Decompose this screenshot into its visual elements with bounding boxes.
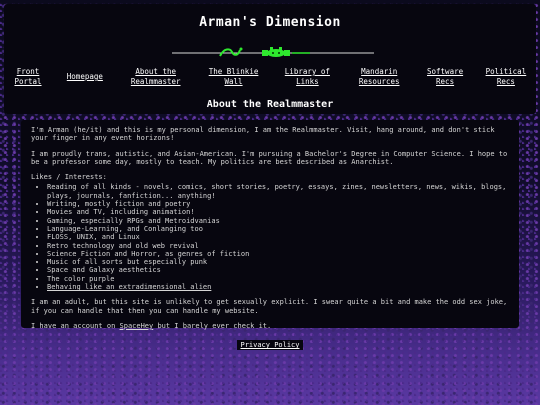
site-header: Arman's Dimension Front Portal Homepage … bbox=[4, 4, 536, 114]
nav-link-about[interactable]: About the Realmmaster bbox=[124, 67, 188, 87]
likes-list: Reading of all kinds - novels, comics, s… bbox=[31, 183, 509, 291]
spacehey-paragraph: I have an account on SpaceHey but I bare… bbox=[31, 322, 509, 330]
likes-heading: Likes / Interests: bbox=[31, 173, 107, 182]
spacehey-suffix: but I barely ever check it. bbox=[153, 321, 272, 330]
nav-link-homepage[interactable]: Homepage bbox=[61, 72, 109, 82]
nav-link-software-recs[interactable]: Software Recs bbox=[423, 67, 467, 87]
list-item: The color purple bbox=[47, 275, 509, 283]
list-item: Language-Learning, and Conlanging too bbox=[47, 225, 509, 233]
adult-note-paragraph: I am an adult, but this site is unlikely… bbox=[31, 298, 508, 315]
list-item: Gaming, especially RPGs and Metroidvania… bbox=[47, 217, 509, 225]
bio-paragraph: I am proudly trans, autistic, and Asian-… bbox=[31, 149, 508, 166]
spacehey-prefix: I have an account on bbox=[31, 321, 120, 330]
list-item: Music of all sorts but especially punk bbox=[47, 258, 509, 266]
main-navigation: Front Portal Homepage About the Realmmas… bbox=[10, 67, 530, 87]
nav-link-mandarin-resources[interactable]: Mandarin Resources bbox=[350, 67, 408, 87]
list-item: Science Fiction and Horror, as genres of… bbox=[47, 250, 509, 258]
page-title: About the Realmmaster bbox=[206, 99, 334, 110]
nav-link-library-of-links[interactable]: Library of Links bbox=[279, 67, 335, 87]
spacehey-link[interactable]: SpaceHey bbox=[120, 322, 154, 330]
nav-link-front-portal[interactable]: Front Portal bbox=[10, 67, 46, 87]
about-content-panel: I'm Arman (he/it) and this is my persona… bbox=[21, 120, 519, 330]
list-item: FLOSS, UNIX, and Linux bbox=[47, 233, 509, 241]
list-item: Space and Galaxy aesthetics bbox=[47, 266, 509, 274]
site-title: Arman's Dimension bbox=[199, 15, 341, 30]
list-item: Reading of all kinds - novels, comics, s… bbox=[47, 183, 509, 200]
list-item: Writing, mostly fiction and poetry bbox=[47, 200, 509, 208]
list-item: Behaving like an extradimensional alien bbox=[47, 283, 509, 291]
intro-paragraph: I'm Arman (he/it) and this is my persona… bbox=[31, 126, 495, 143]
list-item: Retro technology and old web revival bbox=[47, 242, 509, 250]
privacy-policy-link[interactable]: Privacy Policy bbox=[237, 340, 303, 350]
nav-link-blinkie-wall[interactable]: The Blinkie Wall bbox=[203, 67, 265, 87]
footer: Privacy Policy bbox=[0, 332, 540, 351]
alien-link[interactable]: Behaving like an extradimensional alien bbox=[47, 283, 211, 291]
dragon-divider-icon bbox=[172, 47, 374, 57]
list-item: Movies and TV, including animation! bbox=[47, 208, 509, 216]
nav-link-political-recs[interactable]: Political Recs bbox=[482, 67, 530, 87]
